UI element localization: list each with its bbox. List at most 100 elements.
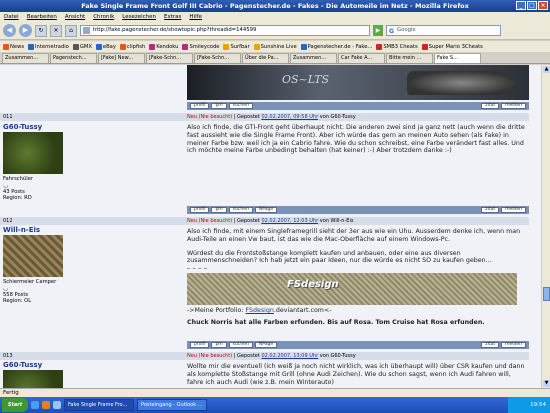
browser-tab[interactable]: [Fake-Schn...: [146, 53, 193, 63]
page-icon: [300, 43, 307, 50]
post-number: 012: [3, 218, 13, 224]
ie-icon[interactable]: [31, 401, 39, 409]
bookmark-item[interactable]: Sunshine Live: [253, 43, 297, 50]
bookmark-item[interactable]: Surfbar: [223, 43, 250, 50]
url-bar[interactable]: http://fake.pagenstecher.de/showtopic.ph…: [80, 25, 370, 36]
browser-tab[interactable]: [Fake-Schn...: [194, 53, 241, 63]
close-button[interactable]: ×: [538, 1, 548, 10]
bookmark-item[interactable]: Pagenstecher.de - Fake...: [300, 43, 372, 50]
maximize-button[interactable]: □: [527, 1, 537, 10]
profile-button[interactable]: profil: [190, 103, 210, 109]
post-header: 012 Neu (Nie besucht) | Gepostet 02.02.2…: [0, 217, 529, 225]
bookmarks-bar: News Internetradio GMX eBay clipfish Ken…: [0, 41, 550, 52]
tab-bar: Zusammen... Pagenstech... [Fake] New... …: [0, 53, 550, 64]
post-date-link[interactable]: 02.02.2007, 12:03 Uhr: [261, 218, 318, 224]
scroll-up-icon[interactable]: ▲: [543, 66, 550, 73]
go-button[interactable]: ▶: [373, 25, 383, 36]
browser-tab-active[interactable]: Fake S...: [434, 53, 481, 63]
taskbar-item-firefox[interactable]: Fake Single Frame Fro...: [64, 399, 134, 411]
npage-button[interactable]: NPage: [254, 207, 278, 213]
rank-arc-icon: ◡: [3, 285, 9, 292]
quote-button[interactable]: zitat: [481, 103, 500, 109]
stop-button[interactable]: ✕: [50, 24, 62, 37]
home-button[interactable]: ⌂: [65, 24, 77, 37]
bookmark-item[interactable]: eBay: [95, 43, 116, 50]
scroll-down-icon[interactable]: ▼: [543, 380, 550, 387]
avatar: [3, 132, 63, 174]
profile-button[interactable]: profil: [190, 342, 210, 348]
pm-button[interactable]: pm: [211, 342, 227, 348]
scroll-thumb[interactable]: [543, 287, 550, 301]
post-number: 011: [3, 114, 13, 120]
radio-icon: [253, 43, 260, 50]
avatar: [3, 235, 63, 277]
bookmark-item[interactable]: News: [3, 43, 24, 50]
forward-button[interactable]: ▶: [19, 24, 32, 37]
reload-button[interactable]: ↻: [35, 24, 47, 37]
post-date-link[interactable]: 02.02.2007, 09:58 Uhr: [261, 114, 318, 120]
window-titlebar: Fake Single Frame Front Golf III Cabrio …: [0, 0, 550, 12]
post-body: Wollte mir die eventuell (ich weiß ja no…: [187, 363, 525, 386]
report-button[interactable]: melden: [501, 103, 526, 109]
back-button[interactable]: ◀: [3, 24, 16, 37]
bookmark-item[interactable]: Smileycode: [182, 43, 219, 50]
bookmark-item[interactable]: GMX: [72, 43, 92, 50]
bookmark-item[interactable]: clipfish: [119, 43, 145, 50]
browser-tab[interactable]: Car Fake A...: [338, 53, 385, 63]
vertical-scrollbar[interactable]: ▲ ▼: [541, 65, 550, 388]
post-text: Also ich finde, mit einem Singleframegri…: [187, 228, 521, 243]
post-date-link[interactable]: 02.02.2007, 13:09 Uhr: [261, 353, 318, 359]
post-author-panel: G60-Tussy: [3, 361, 183, 388]
bookmark-item[interactable]: SMB3 Cheats: [376, 43, 418, 50]
menu-extras[interactable]: Extras: [164, 12, 181, 22]
post-header: 013 Neu (Nie besucht) | Gepostet 02.02.2…: [0, 352, 529, 360]
profile-button[interactable]: profil: [190, 207, 210, 213]
post-action-bar: profil pm suchen NPage zitat melden: [187, 341, 529, 349]
browser-tab[interactable]: Zusammen...: [290, 53, 337, 63]
portfolio-link[interactable]: FSdesign: [246, 307, 274, 314]
page-content: OS~LTS profil pm suchen zitat melden 011…: [0, 65, 541, 388]
avatar: [3, 370, 63, 388]
clipfish-icon: [119, 43, 126, 50]
browser-tab[interactable]: Pagenstech...: [50, 53, 97, 63]
menu-datei[interactable]: Datei: [4, 12, 19, 22]
minimize-button[interactable]: _: [516, 1, 526, 10]
author-region: Region: RD: [3, 195, 32, 201]
menu-hilfe[interactable]: Hilfe: [189, 12, 202, 22]
search-input[interactable]: G Google: [386, 25, 501, 36]
author-region: Region: OL: [3, 298, 32, 304]
menu-lesezeichen[interactable]: Lesezeichen: [122, 12, 156, 22]
npage-button[interactable]: NPage: [254, 342, 278, 348]
author-name[interactable]: Will-n-Eis: [3, 226, 183, 234]
portfolio-line: ->Meine Portfolio: FSdesign.deviantart.c…: [187, 307, 332, 315]
post-body: Also ich finde, die GTI-Front geht überh…: [187, 124, 525, 155]
pm-button[interactable]: pm: [211, 103, 227, 109]
menu-bearbeiten[interactable]: Bearbeiten: [27, 12, 57, 22]
desktop-icon[interactable]: [53, 401, 61, 409]
signature-banner-image: FSdesign: [187, 273, 517, 306]
browser-tab[interactable]: Bitte mein ...: [386, 53, 433, 63]
browser-tab[interactable]: Über die Pa...: [242, 53, 289, 63]
search-button[interactable]: suchen: [228, 207, 253, 213]
bookmark-item[interactable]: Super Mario 3Cheats: [421, 43, 483, 50]
quote-button[interactable]: zitat: [481, 342, 500, 348]
menu-ansicht[interactable]: Ansicht: [65, 12, 85, 22]
author-name[interactable]: G60-Tussy: [3, 123, 183, 131]
author-name[interactable]: G60-Tussy: [3, 361, 183, 369]
menu-chronik[interactable]: Chronik: [93, 12, 114, 22]
bookmark-item[interactable]: Internetradio: [28, 43, 69, 50]
quote-button[interactable]: zitat: [481, 207, 500, 213]
report-button[interactable]: melden: [501, 342, 526, 348]
bookmark-item[interactable]: Kendoku: [149, 43, 178, 50]
pm-button[interactable]: pm: [211, 207, 227, 213]
browser-tab[interactable]: Zusammen...: [2, 53, 49, 63]
post-action-bar: profil pm suchen zitat melden: [187, 102, 529, 110]
start-button[interactable]: Start: [2, 398, 28, 412]
firefox-icon[interactable]: [42, 401, 50, 409]
post-author-panel: G60-Tussy Fahrschüler ◡ 43 Posts Region:…: [3, 123, 183, 201]
search-button[interactable]: suchen: [228, 342, 253, 348]
search-button[interactable]: suchen: [228, 103, 253, 109]
taskbar-item-outlook[interactable]: Posteingang - Outlook ...: [137, 399, 207, 411]
report-button[interactable]: melden: [501, 207, 526, 213]
browser-tab[interactable]: [Fake] New...: [98, 53, 145, 63]
